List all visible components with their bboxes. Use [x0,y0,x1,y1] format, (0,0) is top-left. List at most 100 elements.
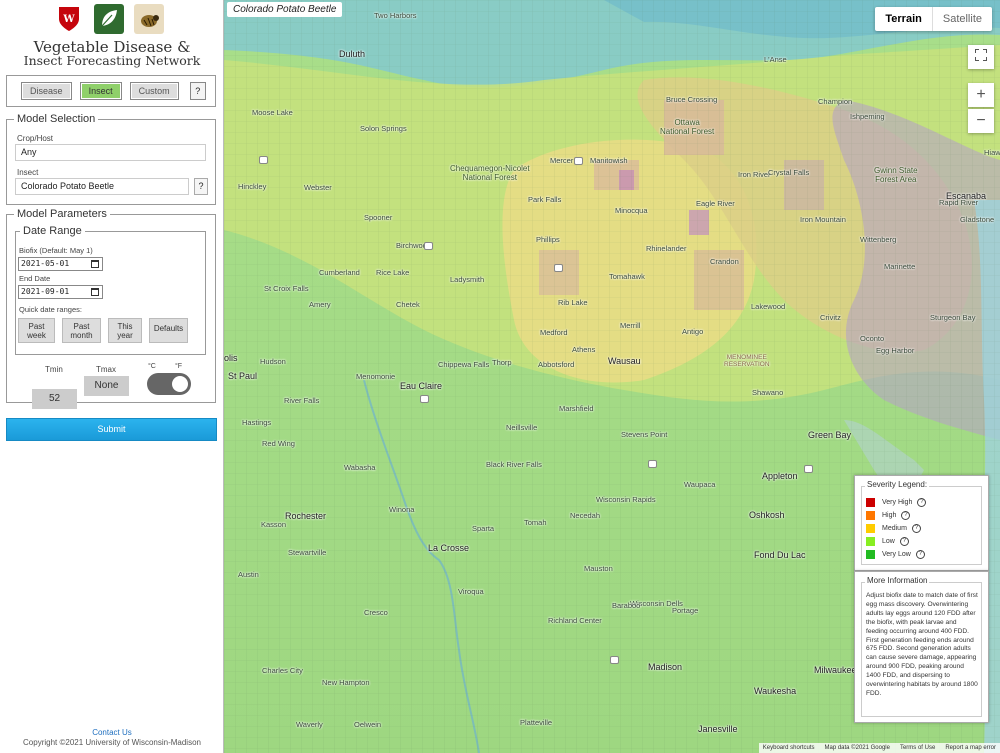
place-label: Crystal Falls [768,168,810,177]
help-icon[interactable]: ? [917,498,927,507]
insect-help-button[interactable]: ? [194,178,208,195]
mode-insect-button[interactable]: Insect [79,82,122,100]
place-label: Sparta [472,524,495,533]
calendar-icon[interactable] [91,260,99,268]
legend-label: High [882,512,897,519]
past-week-line2: week [27,331,46,340]
legend-item-high: High ? [866,510,911,521]
place-label: Rhinelander [646,244,687,253]
legend-item-low: Low ? [866,536,909,547]
place-label: Eagle River [696,199,735,208]
biofix-date-value: 2021-05-01 [21,259,70,268]
place-label: Chequamegon-Nicolet National Forest [450,164,530,182]
place-label: Fond Du Lac [754,550,806,560]
this-year-button[interactable]: This year [108,318,142,343]
place-label: Madison [648,662,683,672]
place-label: Gwinn State Forest Area [874,166,918,184]
tmin-label: Tmin [45,365,63,374]
place-label: Milwaukee [814,665,857,675]
zoom-out-button[interactable]: − [968,109,994,133]
end-date-label: End Date [19,274,51,283]
place-label: Black River Falls [486,460,542,469]
place-label: Janesville [698,724,738,734]
model-parameters-legend: Model Parameters [14,208,110,220]
map-canvas[interactable]: Colorado Potato Beetle Terrain Satellite… [224,0,1000,753]
celsius-label: °C [148,363,156,370]
end-date-input[interactable]: 2021-09-01 [18,285,103,299]
report-error-link[interactable]: Report a map error [945,743,996,753]
legend-label: Medium [882,525,907,532]
map-title: Colorado Potato Beetle [227,2,343,17]
place-label: St Paul [228,371,258,381]
contact-link[interactable]: Contact Us [0,728,224,737]
mode-disease-button[interactable]: Disease [21,82,72,100]
place-label: Oshkosh [749,510,785,520]
place-label: New Hampton [322,678,370,687]
place-label: Duluth [339,49,366,59]
keyboard-shortcuts-link[interactable]: Keyboard shortcuts [763,743,815,753]
legend-swatch [866,524,875,533]
place-label: Hinckley [238,182,267,191]
place-label: Solon Springs [360,124,407,133]
unit-toggle[interactable] [147,373,191,395]
legend-label: Very Low [882,551,911,558]
tmax-input[interactable]: None [84,376,129,396]
legend-label: Very High [882,499,913,506]
help-icon[interactable]: ? [911,524,921,533]
highway-shield-icon [648,460,657,468]
submit-button[interactable]: Submit [6,418,217,441]
terms-link[interactable]: Terms of Use [900,743,935,753]
place-label: Marinette [884,262,916,271]
date-range-legend: Date Range [20,225,85,237]
past-month-button[interactable]: Past month [62,318,101,343]
defaults-button[interactable]: Defaults [149,318,188,343]
place-label: Two Harbors [374,11,417,20]
help-icon[interactable]: ? [899,537,909,546]
place-label: Menomonie [356,372,396,381]
help-icon[interactable]: ? [915,550,925,559]
place-label: Tomah [524,518,547,527]
place-label: Ishpeming [850,112,885,121]
place-label: Abbotsford [538,360,575,369]
place-label: Platteville [520,718,553,727]
help-icon[interactable]: ? [901,511,911,520]
site-title: Vegetable Disease & Insect Forecasting N… [0,40,224,68]
legend-swatch [866,511,875,520]
satellite-button[interactable]: Satellite [931,7,992,31]
place-label: Red Wing [262,439,295,448]
place-label: Oelwein [354,720,382,729]
insect-select[interactable]: Colorado Potato Beetle [15,178,189,195]
beetle-logo [134,4,164,34]
crop-select[interactable]: Any [15,144,206,161]
place-label: MENOMINEE RESERVATION [724,354,770,368]
highway-shield-icon [804,465,813,473]
place-label: Iron River [738,170,771,179]
place-label: Waverly [296,720,323,729]
site-title-line2: Insect Forecasting Network [23,53,201,68]
place-label: Phillips [536,235,560,244]
place-label: Cresco [364,608,388,617]
zoom-in-button[interactable]: + [968,83,994,107]
past-week-button[interactable]: Past week [18,318,55,343]
highway-shield-icon [610,656,619,664]
legend-swatch [866,550,875,559]
copyright-text: Copyright ©2021 University of Wisconsin-… [23,738,201,747]
fullscreen-button[interactable] [968,45,994,69]
place-label: Waukesha [754,686,797,696]
legend-item-very-high: Very High ? [866,497,927,508]
place-label: Lakewood [751,302,786,311]
mode-help-button[interactable]: ? [189,82,206,100]
fullscreen-icon [974,48,988,62]
place-label: Neillsville [506,423,538,432]
model-selection-legend: Model Selection [14,113,99,125]
calendar-icon[interactable] [91,288,99,296]
map-data-text: Map data ©2021 Google [824,745,890,751]
place-label: Appleton [762,471,798,481]
place-label: Richland Center [548,616,602,625]
biofix-date-input[interactable]: 2021-05-01 [18,257,103,271]
place-label: Park Falls [528,195,562,204]
mode-custom-button[interactable]: Custom [129,82,179,100]
place-label: L'Anse [764,55,787,64]
tmin-input[interactable]: 52 [32,389,77,409]
terrain-button[interactable]: Terrain [875,7,931,31]
